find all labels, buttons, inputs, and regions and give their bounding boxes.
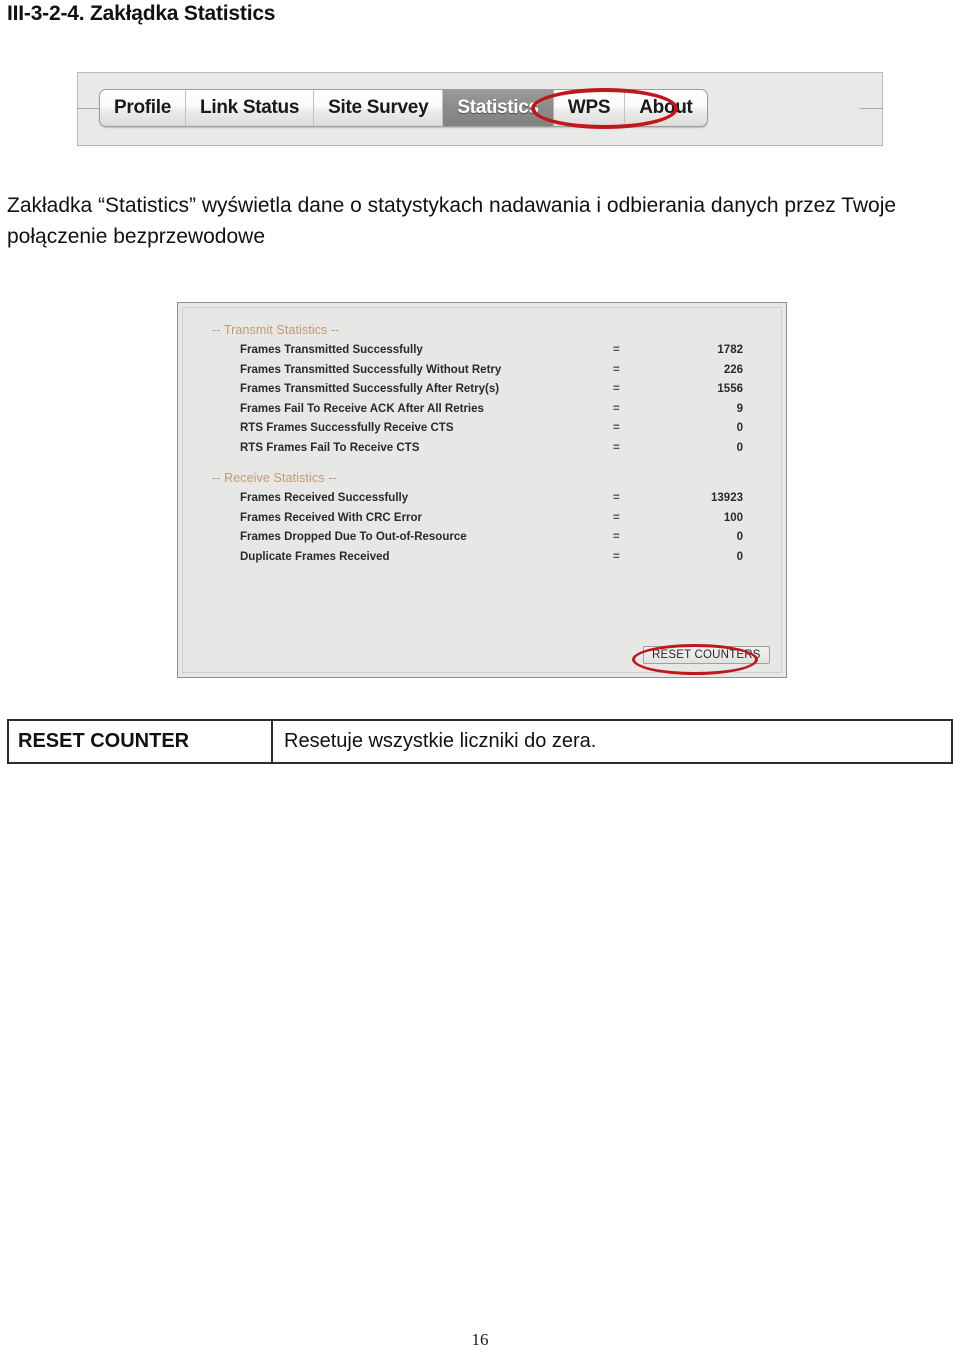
stat-equals-sign: = xyxy=(613,531,620,544)
stat-equals-sign: = xyxy=(613,344,620,356)
stat-label: Duplicate Frames Received xyxy=(240,550,390,563)
stat-value: 0 xyxy=(736,550,743,563)
stat-value: 1782 xyxy=(717,344,743,356)
stat-label: RTS Frames Fail To Receive CTS xyxy=(240,441,420,454)
stat-equals-sign: = xyxy=(613,550,620,563)
stat-equals-sign: = xyxy=(613,492,620,504)
stat-value: 0 xyxy=(736,441,743,454)
tab-link-status[interactable]: Link Status xyxy=(186,90,315,126)
stat-row: Frames Transmitted Successfully Without … xyxy=(183,364,781,384)
stat-equals-sign: = xyxy=(613,383,620,396)
tab-wps[interactable]: WPS xyxy=(554,90,626,126)
tab-profile[interactable]: Profile xyxy=(100,90,187,126)
stat-row: Frames Transmitted Successfully = 1782 xyxy=(183,344,781,364)
stat-label: Frames Transmitted Successfully xyxy=(240,344,423,356)
statistics-panel-screenshot: -- Transmit Statistics -- Frames Transmi… xyxy=(177,302,787,678)
stat-equals-sign: = xyxy=(613,402,620,415)
tab-about[interactable]: About xyxy=(625,90,706,126)
stat-value: 13923 xyxy=(711,492,743,504)
stat-label: Frames Fail To Receive ACK After All Ret… xyxy=(240,402,484,415)
reset-counters-button[interactable]: RESET COUNTERS xyxy=(643,646,770,664)
tab-bar-screenshot: Profile Link Status Site Survey Statistics W… xyxy=(77,72,883,146)
stat-equals-sign: = xyxy=(613,363,620,376)
tab-site-survey[interactable]: Site Survey xyxy=(314,90,444,126)
stat-label: Frames Dropped Due To Out-of-Resource xyxy=(240,531,467,544)
stat-row: Frames Received Successfully = 13923 xyxy=(183,492,781,512)
tab-statistics[interactable]: Statistics xyxy=(443,90,554,126)
stat-equals-sign: = xyxy=(613,422,620,435)
stat-row: Frames Fail To Receive ACK After All Ret… xyxy=(183,403,781,423)
stat-value: 100 xyxy=(723,511,743,524)
receive-statistics-rows: Frames Received Successfully = 13923 Frames… xyxy=(183,492,781,570)
page-number: 16 xyxy=(471,1330,489,1349)
table-row-value: Resetuje wszystkie liczniki do zera. xyxy=(284,730,597,752)
stat-value: 226 xyxy=(723,363,743,376)
stat-value: 9 xyxy=(736,402,743,415)
table-row-key: RESET COUNTER xyxy=(9,721,273,762)
statistics-panel-inner: -- Transmit Statistics -- Frames Transmi… xyxy=(182,307,782,673)
stat-label: Frames Received With CRC Error xyxy=(240,511,423,524)
stat-label: RTS Frames Successfully Receive CTS xyxy=(240,422,454,435)
stat-equals-sign: = xyxy=(613,511,620,524)
stat-value: 1556 xyxy=(717,383,743,396)
stat-row: RTS Frames Successfully Receive CTS = 0 xyxy=(183,422,781,442)
transmit-statistics-rows: Frames Transmitted Successfully = 1782 Fram… xyxy=(183,344,781,462)
receive-statistics-header: -- Receive Statistics -- xyxy=(212,471,337,485)
transmit-statistics-header: -- Transmit Statistics -- xyxy=(212,323,340,337)
stat-row: Frames Received With CRC Error = 100 xyxy=(183,512,781,532)
stat-row: Duplicate Frames Received = 0 xyxy=(183,551,781,571)
tab-strip: Profile Link Status Site Survey Statistics W… xyxy=(99,89,708,127)
description-paragraph: Zakładka “Statistics” wyświetla dane o s… xyxy=(7,194,897,248)
stat-value: 0 xyxy=(736,422,743,435)
stat-row: Frames Dropped Due To Out-of-Resource = 0 xyxy=(183,531,781,551)
stat-label: Frames Transmitted Successfully Without … xyxy=(240,363,502,376)
stat-label: Frames Received Successfully xyxy=(240,492,409,504)
stat-row: RTS Frames Fail To Receive CTS = 0 xyxy=(183,442,781,462)
stat-equals-sign: = xyxy=(613,441,620,454)
description-table: RESET COUNTER Resetuje wszystkie licznik… xyxy=(7,719,953,764)
stat-row: Frames Transmitted Successfully After Re… xyxy=(183,383,781,403)
stat-value: 0 xyxy=(736,531,743,544)
stat-label: Frames Transmitted Successfully After Re… xyxy=(240,383,500,396)
page-title: III-3-2-4. Zakłądka Statistics xyxy=(7,2,276,25)
